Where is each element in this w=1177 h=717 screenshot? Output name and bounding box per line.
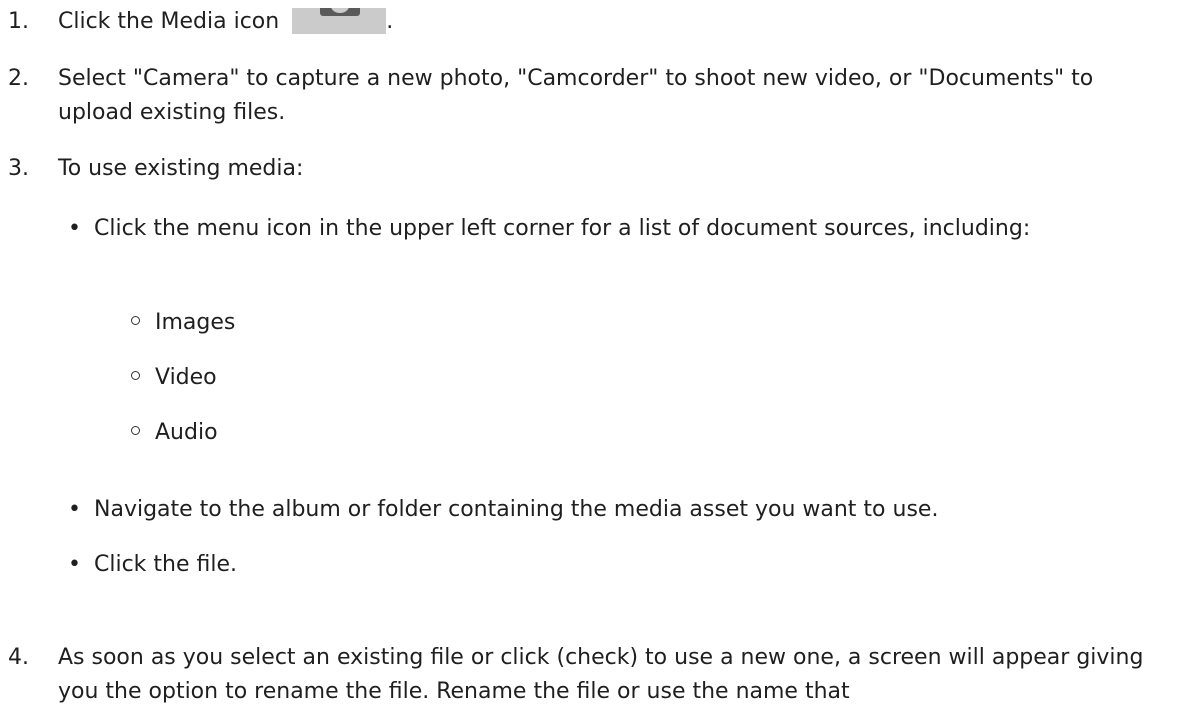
list-item: • Navigate to the album or folder contai… — [68, 493, 1148, 527]
step-text: Select "Camera" to capture a new photo, … — [58, 66, 1094, 125]
bullet-marker: • — [68, 552, 81, 577]
step-1: 1. Click the Media icon . — [8, 5, 1168, 39]
step-text-before-icon: Click the Media icon — [58, 9, 280, 34]
sub-item-text: Audio — [155, 420, 218, 445]
step-text-after-icon: . — [386, 9, 394, 34]
step-number: 3. — [8, 156, 29, 181]
sub-list-item: Audio — [131, 416, 931, 450]
step-2: 2. Select "Camera" to capture a new phot… — [8, 62, 1168, 130]
sub-item-text: Images — [155, 310, 236, 335]
step-number: 1. — [8, 9, 29, 34]
sub-item-text: Video — [155, 365, 217, 390]
circle-bullet-icon — [131, 426, 140, 435]
sub-list-item: Images — [131, 306, 931, 340]
instructions-document: 1. Click the Media icon . 2. Select "Cam… — [0, 0, 1177, 717]
step-text: Click the Media icon . — [58, 5, 1168, 39]
bullet-text: Click the file. — [94, 552, 238, 577]
bullet-text: Click the menu icon in the upper left co… — [94, 216, 1031, 241]
step-number: 2. — [8, 66, 29, 91]
bullet-marker: • — [68, 216, 81, 241]
step-4: 4. As soon as you select an existing fil… — [8, 641, 1168, 709]
camera-icon — [292, 8, 387, 34]
bullet-marker: • — [68, 497, 81, 522]
list-item: • Click the menu icon in the upper left … — [68, 212, 1148, 246]
step-text: To use existing media: — [58, 156, 304, 181]
bullet-text: Navigate to the album or folder containi… — [94, 497, 939, 522]
step-text: As soon as you select an existing file o… — [58, 645, 1144, 704]
sub-list-item: Video — [131, 361, 931, 395]
step-number: 4. — [8, 645, 29, 670]
list-item: • Click the file. — [68, 548, 1148, 582]
step-3: 3. To use existing media: — [8, 152, 1168, 186]
circle-bullet-icon — [131, 316, 140, 325]
circle-bullet-icon — [131, 371, 140, 380]
